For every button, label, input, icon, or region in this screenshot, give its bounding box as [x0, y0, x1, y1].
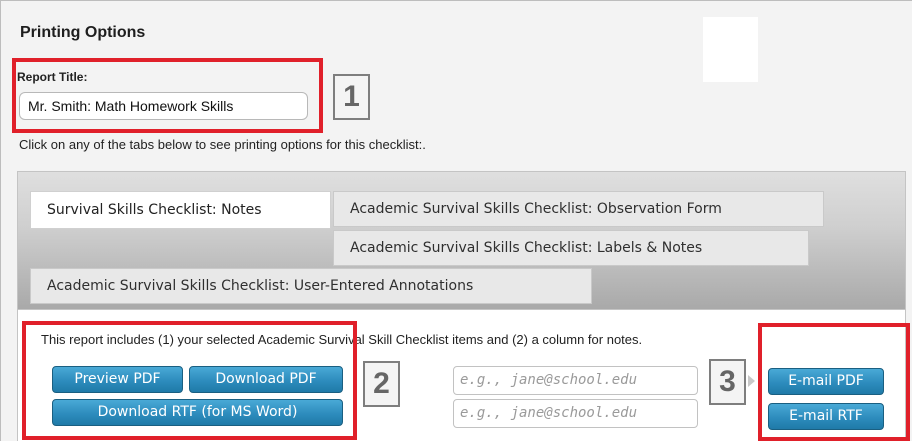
page-title: Printing Options [20, 24, 146, 41]
preview-pdf-button[interactable]: Preview PDF [52, 366, 183, 393]
arrow-right-icon [748, 375, 755, 387]
download-pdf-button[interactable]: Download PDF [189, 366, 343, 393]
callout-2: 2 [363, 361, 400, 407]
email-pdf-button[interactable]: E-mail PDF [768, 368, 884, 395]
callout-1: 1 [333, 74, 370, 120]
email-input-rtf[interactable]: e.g., jane@school.edu [453, 399, 698, 428]
report-description: This report includes (1) your selected A… [41, 332, 643, 347]
download-rtf-button[interactable]: Download RTF (for MS Word) [52, 399, 343, 426]
tab-observation-form[interactable]: Academic Survival Skills Checklist: Obse… [333, 191, 824, 227]
tab-survival-skills-notes[interactable]: Survival Skills Checklist: Notes [30, 191, 331, 229]
blank-image [703, 17, 758, 82]
report-title-input[interactable] [19, 92, 308, 120]
callout-3: 3 [709, 359, 746, 405]
tab-user-entered-annotations[interactable]: Academic Survival Skills Checklist: User… [30, 268, 592, 304]
email-input-pdf[interactable]: e.g., jane@school.edu [453, 366, 698, 395]
instructions-text: Click on any of the tabs below to see pr… [19, 137, 426, 152]
report-title-label: Report Title: [17, 70, 88, 84]
email-rtf-button[interactable]: E-mail RTF [768, 403, 884, 430]
tab-labels-notes[interactable]: Academic Survival Skills Checklist: Labe… [333, 230, 809, 266]
